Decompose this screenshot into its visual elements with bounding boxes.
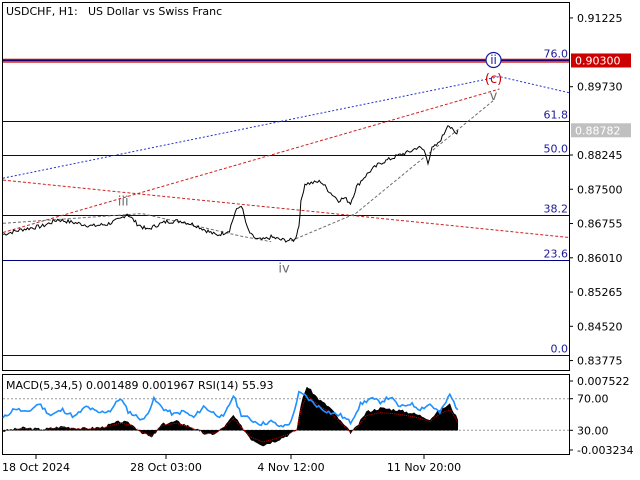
indicator-tick-label-1: 70.00 xyxy=(577,393,609,406)
fib-label-4: 23.6 xyxy=(544,248,569,261)
fib-label-1: 61.8 xyxy=(544,109,569,122)
time-axis: 18 Oct 2024 28 Oct 03:00 4 Nov 12:00 11 Nov… xyxy=(2,455,461,474)
price-tick-label-5: 0.86010 xyxy=(577,252,623,265)
red-level-tag-label: 0.90300 xyxy=(575,54,621,67)
wave-label-1: (c) xyxy=(485,72,502,87)
indicator-tick-label-0: 0.007522 xyxy=(577,375,630,388)
macd-area xyxy=(2,386,459,447)
fib-label-5: 0.0 xyxy=(551,343,569,356)
price-tick-label-8: 0.83775 xyxy=(577,355,623,368)
indicator-axis: 0.007522 70.00 30.00 -0.003234 xyxy=(569,375,633,457)
current-price-tag-label: 0.88782 xyxy=(575,124,621,137)
price-tick-label-7: 0.84520 xyxy=(577,320,623,333)
wave-label-0: ii xyxy=(490,53,497,67)
fib-label-2: 50.0 xyxy=(544,143,569,156)
wave-label-4: iv xyxy=(278,261,290,276)
trend-line-red_dash-1 xyxy=(2,88,500,233)
price-tick-label-2: 0.88245 xyxy=(577,149,623,162)
indicator-tick-label-3: -0.003234 xyxy=(577,444,633,457)
main-panel-frame xyxy=(2,2,570,371)
price-line xyxy=(2,125,459,243)
indicator-legend: MACD(5,34,5) 0.001489 0.001967 RSI(14) 5… xyxy=(6,379,273,392)
chart-description: US Dollar vs Swiss Franc xyxy=(88,5,222,18)
fib-label-0: 76.0 xyxy=(544,48,569,61)
chart-symbol: USDCHF, H1: xyxy=(6,5,78,18)
price-tick-label-3: 0.87500 xyxy=(577,183,623,196)
trend-line-blue-0 xyxy=(2,76,570,179)
fib-label-3: 38.2 xyxy=(544,203,569,216)
price-axis: 0.91225 0.89730 0.88245 0.87500 0.86755 0.860… xyxy=(569,12,631,368)
price-series xyxy=(2,125,459,243)
indicator-series xyxy=(2,386,569,447)
indicator-tick-label-2: 30.00 xyxy=(577,424,609,437)
price-tick-label-4: 0.86755 xyxy=(577,218,623,231)
wave-labels: ii (c) v iii iv xyxy=(118,51,502,276)
time-tick-label-0: 18 Oct 2024 xyxy=(2,461,70,474)
time-tick-label-1: 28 Oct 03:00 xyxy=(130,461,202,474)
price-tick-label-0: 0.91225 xyxy=(577,12,623,25)
trend-lines xyxy=(2,76,570,243)
trend-line-gray-3 xyxy=(2,213,272,243)
price-tick-label-1: 0.89730 xyxy=(577,81,623,94)
time-tick-label-3: 11 Nov 20:00 xyxy=(387,461,461,474)
wave-label-3: iii xyxy=(118,194,129,209)
wave-label-2: v xyxy=(490,89,498,104)
chart-canvas: 76.0 61.8 50.0 38.2 23.6 0.0 ii (c) v iii iv 0.91… xyxy=(2,2,633,474)
trend-line-red_dash-2 xyxy=(2,179,570,238)
price-tick-label-6: 0.85265 xyxy=(577,286,623,299)
time-tick-label-2: 4 Nov 12:00 xyxy=(257,461,324,474)
